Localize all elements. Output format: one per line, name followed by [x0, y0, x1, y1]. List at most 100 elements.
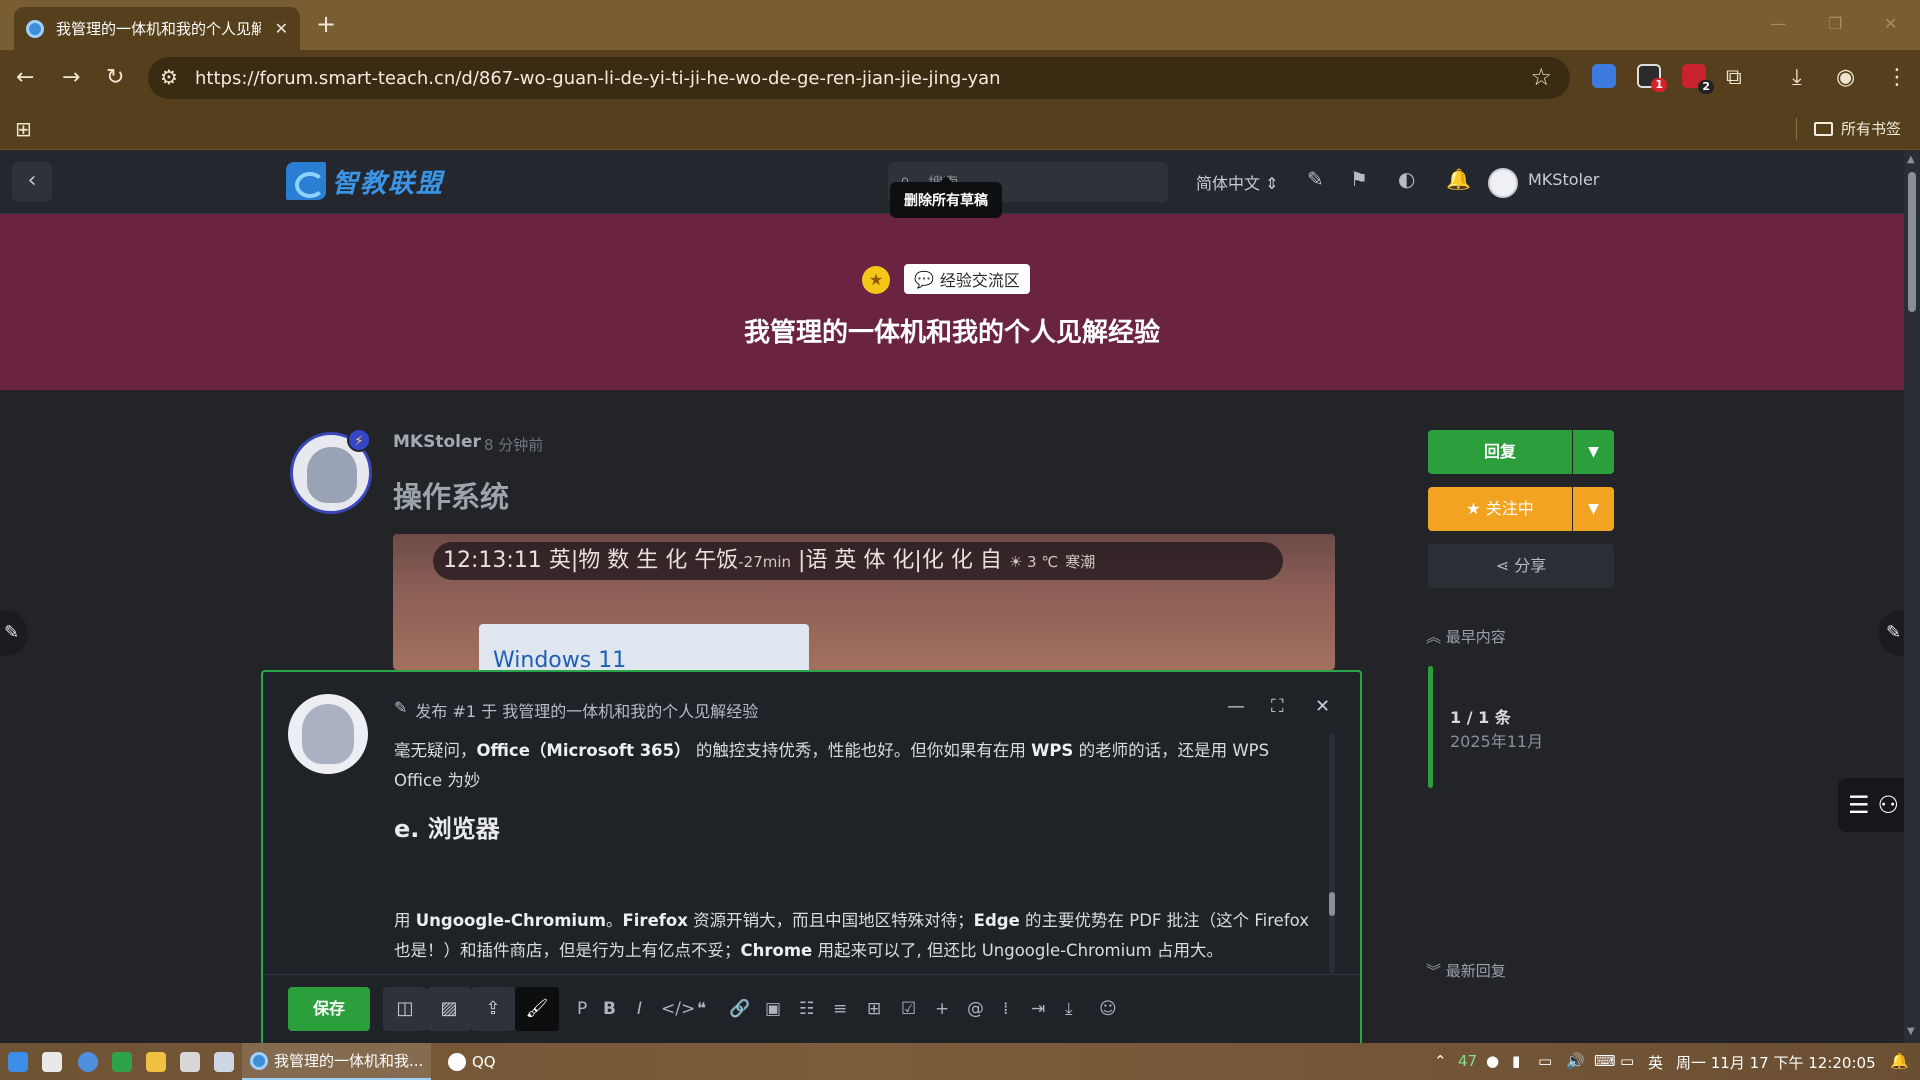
post-time[interactable]: 8 分钟前 — [484, 434, 543, 455]
forward-icon[interactable]: → — [62, 64, 80, 92]
flag-icon[interactable]: ⚑ — [1350, 167, 1368, 191]
extension-store-icon[interactable] — [1592, 64, 1616, 88]
table-icon[interactable]: ⊞ — [867, 997, 881, 1021]
page-scroll-thumb[interactable] — [1908, 172, 1916, 312]
file-upload-icon[interactable]: ⇪ — [471, 987, 515, 1031]
bold-icon[interactable]: B — [603, 997, 616, 1021]
new-tab-icon[interactable]: + — [316, 12, 336, 36]
tray-qq-icon[interactable]: ● — [1486, 1052, 1499, 1070]
fullscreen-icon[interactable]: ⛶ — [1271, 696, 1284, 717]
site-info-icon[interactable]: ⚙ — [160, 65, 178, 89]
scrubber-latest[interactable]: ︾ 最新回复 — [1426, 960, 1506, 981]
header-avatar[interactable] — [1488, 168, 1518, 198]
restore-window-icon[interactable]: ❐ — [1828, 14, 1842, 33]
save-button[interactable]: 保存 — [288, 987, 370, 1031]
reply-dropdown-icon[interactable]: ▼ — [1573, 430, 1614, 474]
divider-icon[interactable]: ⁞ — [1003, 997, 1008, 1021]
start-icon[interactable] — [8, 1052, 28, 1072]
composer-editor[interactable]: 毫无疑问，Office（Microsoft 365） 的触控支持优秀，性能也好。… — [394, 736, 1314, 974]
language-switcher[interactable]: 简体中文 ⇕ — [1196, 170, 1279, 194]
menu-dots-icon[interactable]: ⋮ — [1886, 64, 1908, 92]
tray-expand-icon[interactable]: ⌃ — [1434, 1052, 1447, 1070]
display-icon[interactable]: ▭ — [1620, 1052, 1634, 1070]
post-screenshot-image[interactable]: 12:13:11 英|物 数 生 化 午饭-27min |语 英 体 化|化 化… — [393, 534, 1335, 670]
layout-toggle-icon[interactable]: ◫ — [383, 987, 427, 1031]
editor-scroll-thumb[interactable] — [1329, 892, 1335, 916]
tab-close-icon[interactable]: ✕ — [275, 19, 288, 38]
task-list-icon[interactable]: ☑ — [901, 997, 916, 1021]
mention-icon[interactable]: @ — [967, 997, 984, 1021]
left-edit-pencil-icon[interactable]: ✎ — [0, 610, 28, 656]
italic-icon[interactable]: I — [637, 997, 642, 1021]
scroll-down-icon[interactable]: ▼ — [1907, 1026, 1915, 1037]
quote-icon[interactable]: ❝ — [697, 997, 706, 1021]
app-en-icon[interactable] — [112, 1052, 132, 1072]
follow-button[interactable]: ★ 关注中 — [1428, 487, 1572, 531]
download-icon[interactable]: ⤓ — [1792, 64, 1802, 92]
editor-scrollbar[interactable] — [1329, 734, 1335, 974]
follow-dropdown-icon[interactable]: ▼ — [1573, 487, 1614, 531]
address-bar[interactable]: ⚙ https://forum.smart-teach.cn/d/867-wo-… — [148, 57, 1570, 99]
taskbar-qq-task[interactable]: QQ — [440, 1043, 504, 1080]
scrubber-handle[interactable] — [1428, 666, 1433, 788]
all-bookmarks-folder[interactable]: 所有书签 — [1814, 118, 1901, 139]
settings-app-icon[interactable] — [180, 1052, 200, 1072]
apps-grid-icon[interactable]: ⊞ — [15, 117, 32, 141]
link-icon[interactable]: 🔗 — [729, 997, 750, 1021]
taskbar-browser-task[interactable]: 我管理的一体机和我... — [242, 1043, 432, 1080]
extension-two-icon[interactable]: 2 — [1682, 64, 1714, 94]
floating-tools[interactable]: ☰⚇ — [1838, 778, 1904, 832]
extension-one-icon[interactable]: 1 — [1637, 64, 1667, 92]
list-icon[interactable]: ☰ — [1848, 791, 1878, 819]
emoji-icon[interactable]: ☺ — [1099, 997, 1117, 1021]
post-author-name[interactable]: MKStoler — [393, 432, 481, 452]
extensions-puzzle-icon[interactable]: ⧉ — [1726, 64, 1742, 92]
compose-edit-icon[interactable]: ✎ — [1307, 167, 1324, 191]
scroll-up-icon[interactable]: ▲ — [1907, 154, 1915, 165]
right-edit-pencil-icon[interactable]: ✎ — [1878, 610, 1906, 656]
back-icon[interactable]: ← — [16, 64, 34, 92]
page-scrollbar[interactable]: ▲ ▼ — [1904, 150, 1920, 1043]
users-icon[interactable]: ⚇ — [1878, 791, 1908, 819]
profile-icon[interactable]: ◉ — [1836, 64, 1855, 92]
chrome-icon[interactable] — [78, 1052, 98, 1072]
notification-center-icon[interactable]: 🔔 — [1890, 1052, 1909, 1070]
tag-chip[interactable]: 💬 经验交流区 — [904, 264, 1030, 294]
clock[interactable]: 周一 11月 17 下午 12:20:05 — [1676, 1052, 1876, 1073]
notification-bell-icon[interactable]: 🔔 — [1446, 167, 1471, 191]
minimize-window-icon[interactable]: — — [1770, 14, 1786, 33]
tray-flag-icon[interactable]: ▮ — [1512, 1052, 1520, 1070]
scrubber-earliest[interactable]: ︽ 最早内容 — [1426, 626, 1506, 647]
minimize-composer-icon[interactable]: — — [1227, 696, 1245, 717]
notepad-icon[interactable] — [214, 1052, 234, 1072]
ime-indicator[interactable]: 英 — [1648, 1052, 1663, 1073]
code-icon[interactable]: </> — [661, 997, 695, 1021]
image-upload-icon[interactable]: ▨ — [427, 987, 471, 1031]
reload-icon[interactable]: ↻ — [106, 64, 124, 92]
file-explorer-icon[interactable] — [146, 1052, 166, 1072]
browser-tab-active[interactable]: 我管理的一体机和我的个人见解 ✕ — [14, 7, 300, 50]
theme-contrast-icon[interactable]: ◐ — [1398, 167, 1415, 191]
download-icon[interactable]: ⤓ — [1065, 997, 1073, 1021]
image-icon[interactable]: ▣ — [765, 997, 781, 1021]
close-composer-icon[interactable]: ✕ — [1315, 696, 1330, 717]
rich-text-brush-icon[interactable]: 🖌 — [515, 987, 559, 1031]
reply-button[interactable]: 回复 — [1428, 430, 1572, 474]
site-logo[interactable]: 智教联盟 — [286, 162, 444, 200]
url-text[interactable]: https://forum.smart-teach.cn/d/867-wo-gu… — [195, 68, 1001, 89]
volume-icon[interactable]: 🔊 — [1566, 1052, 1585, 1070]
network-icon[interactable]: ▭ — [1538, 1052, 1552, 1070]
task-view-icon[interactable] — [42, 1052, 62, 1072]
ordered-list-icon[interactable]: ≡ — [833, 997, 847, 1021]
keyboard-icon[interactable]: ⌨ — [1594, 1052, 1616, 1070]
add-icon[interactable]: + — [935, 997, 949, 1021]
header-username[interactable]: MKStoler — [1528, 170, 1599, 189]
insert-icon[interactable]: ⇥ — [1031, 997, 1045, 1021]
tray-temp[interactable]: 47 — [1458, 1052, 1477, 1070]
close-window-icon[interactable]: ✕ — [1884, 14, 1897, 33]
forum-back-button[interactable]: ‹ — [12, 162, 52, 202]
paragraph-icon[interactable]: P — [577, 997, 587, 1021]
bookmark-star-icon[interactable]: ☆ — [1530, 63, 1552, 91]
share-button[interactable]: ⋖ 分享 — [1428, 544, 1614, 588]
bullet-list-icon[interactable]: ☷ — [799, 997, 814, 1021]
